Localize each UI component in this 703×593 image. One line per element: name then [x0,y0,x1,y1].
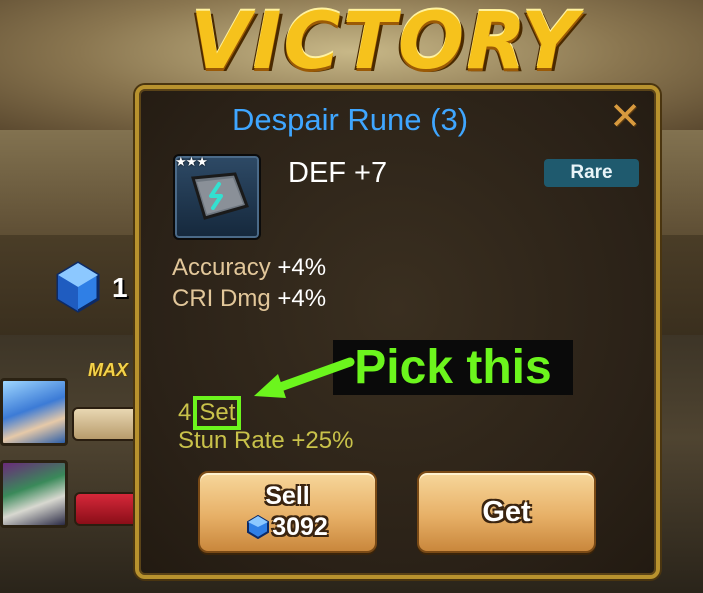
monster-portrait [0,378,68,446]
sell-button[interactable]: Sell 3092 [198,471,377,553]
rune-main-stat: DEF +7 [288,157,388,189]
max-level-label: MAX [88,360,128,380]
set-effect: Stun Rate +25% [178,427,354,454]
sub-stat-value: +4% [277,254,327,281]
get-button[interactable]: Get [417,471,596,553]
rune-sub-stat: CRI Dmg +4% [172,285,326,313]
set-count: 4 [178,399,192,426]
arrow-icon [254,357,355,398]
close-icon[interactable]: ✕ [605,96,645,136]
rune-stars: ★★★ [175,154,208,169]
rune-sub-stat: Accuracy +4% [172,254,326,282]
crystal-icon [247,515,270,539]
crystal-count: 1 [112,272,128,303]
set-highlight[interactable]: Set [193,396,242,430]
sub-stat-value: +4% [277,285,327,312]
sell-price: 3092 [200,513,375,541]
rune-set-line: 4 Set [178,396,242,430]
sub-stat-name: Accuracy [172,254,271,281]
pick-this-callout: Pick this [333,340,573,395]
crystal-icon [56,261,100,313]
monster-portrait [0,460,68,528]
sub-stat-name: CRI Dmg [172,285,271,312]
sell-label: Sell [265,482,310,510]
victory-banner: VICTORY [190,0,580,87]
rune-title: Despair Rune (3) [231,102,469,137]
get-label: Get [482,496,531,528]
rarity-badge: Rare [544,159,639,187]
sell-price-value: 3092 [272,513,328,541]
